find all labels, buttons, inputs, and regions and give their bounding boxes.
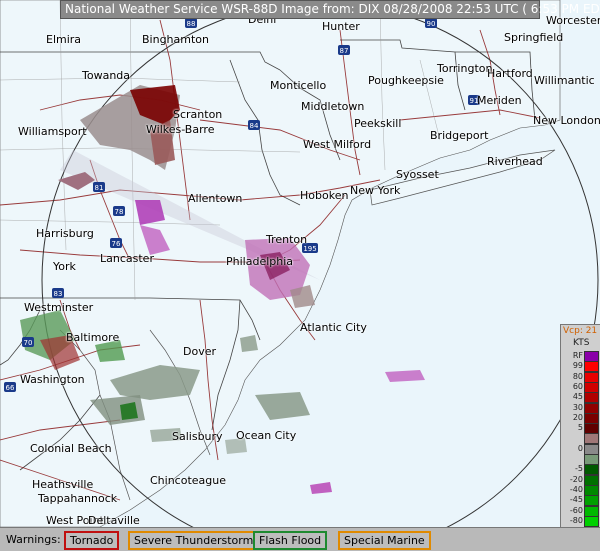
city-label: Salisbury	[172, 430, 223, 443]
warnings-bar: Warnings: Tornado Severe Thunderstorm Fl…	[0, 527, 600, 551]
svg-text:90: 90	[427, 20, 436, 28]
units-label: KTS	[573, 338, 590, 348]
city-label: Ocean City	[236, 429, 297, 442]
velocity-legend: Vcp: 21 KTS RF 99 80 60 45 30 20 5 0 -5 -20 -40 -45-…	[560, 324, 600, 548]
legend-entry-label: -80	[569, 515, 583, 525]
city-label: Hunter	[322, 20, 360, 33]
svg-text:87: 87	[340, 47, 349, 55]
city-label: Middletown	[301, 100, 365, 113]
city-label: Chincoteague	[150, 474, 227, 487]
city-label: Atlantic City	[300, 321, 367, 334]
warnings-label: Warnings:	[6, 533, 61, 546]
svg-text:195: 195	[303, 245, 316, 253]
legend-entry-label: 30	[572, 402, 583, 412]
city-label: Meriden	[477, 94, 522, 107]
legend-entry-label: -20	[569, 474, 583, 484]
city-label: Torrington	[437, 62, 493, 75]
city-label: Hartford	[487, 67, 533, 80]
svg-text:81: 81	[95, 184, 104, 192]
legend-entry-label: 5	[577, 423, 583, 433]
legend-entry-label: 99	[572, 361, 583, 371]
city-label: Towanda	[82, 69, 131, 82]
radar-title-bar: National Weather Service WSR-88D Image f…	[60, 0, 600, 19]
city-label: Syosset	[396, 168, 439, 181]
warning-tornado-button[interactable]: Tornado	[64, 531, 120, 550]
city-label: Wilkes-Barre	[146, 123, 215, 136]
legend-entry-label: 45	[572, 392, 583, 402]
legend-entry-label: 0	[577, 443, 583, 453]
city-label: Harrisburg	[36, 227, 94, 240]
legend-entry-label: 20	[572, 412, 583, 422]
svg-text:78: 78	[115, 208, 124, 216]
city-label: Heathsville	[32, 478, 94, 491]
radar-title: National Weather Service WSR-88D Image f…	[65, 2, 600, 16]
city-label: Baltimore	[66, 331, 120, 344]
vcp-label: Vcp: 21	[563, 326, 598, 336]
city-label: Philadelphia	[226, 255, 294, 268]
city-label: York	[53, 260, 76, 273]
city-label: Hoboken	[300, 189, 349, 202]
svg-text:88: 88	[187, 20, 196, 28]
legend-entry-label: 60	[572, 381, 583, 391]
svg-text:83: 83	[54, 290, 63, 298]
legend-entry-label: -60	[569, 505, 583, 515]
city-label: Trenton	[266, 233, 308, 246]
svg-text:66: 66	[6, 384, 15, 392]
city-label: Peekskill	[354, 117, 402, 130]
legend-entry-label: -5	[575, 464, 583, 474]
city-label: New London	[533, 114, 600, 127]
city-label: Washington	[20, 373, 85, 386]
city-label: Dover	[183, 345, 216, 358]
city-label: Lancaster	[100, 252, 154, 265]
legend-entry-label: RF	[572, 351, 583, 360]
legend-entry-label: 80	[572, 371, 583, 381]
city-label: Williamsport	[18, 125, 87, 138]
city-label: Springfield	[504, 31, 564, 44]
city-label: Bridgeport	[430, 129, 489, 142]
city-label: Westminster	[24, 301, 94, 314]
city-label: Monticello	[270, 79, 327, 92]
city-label: New York	[350, 184, 401, 197]
city-label: Allentown	[188, 192, 243, 205]
city-label: Binghamton	[142, 33, 209, 46]
city-label: Elmira	[46, 33, 82, 46]
city-label: Riverhead	[487, 155, 543, 168]
city-label: Scranton	[173, 108, 223, 121]
city-label: Poughkeepsie	[368, 74, 444, 87]
city-label: Deltaville	[88, 514, 140, 527]
legend-entry-label: -45	[569, 495, 583, 505]
warning-special-marine-button[interactable]: Special Marine	[338, 531, 431, 550]
warning-severe-thunderstorm-button[interactable]: Severe Thunderstorm	[128, 531, 260, 550]
warning-flash-flood-button[interactable]: Flash Flood	[253, 531, 328, 550]
svg-text:76: 76	[112, 240, 121, 248]
city-label: West Milford	[303, 138, 372, 151]
city-label: Colonial Beach	[30, 442, 112, 455]
svg-text:70: 70	[24, 339, 33, 347]
city-label: Willimantic	[534, 74, 595, 87]
city-label: Tappahannock	[38, 492, 118, 505]
legend-entry-label: -40	[569, 484, 583, 494]
svg-text:84: 84	[250, 122, 259, 130]
